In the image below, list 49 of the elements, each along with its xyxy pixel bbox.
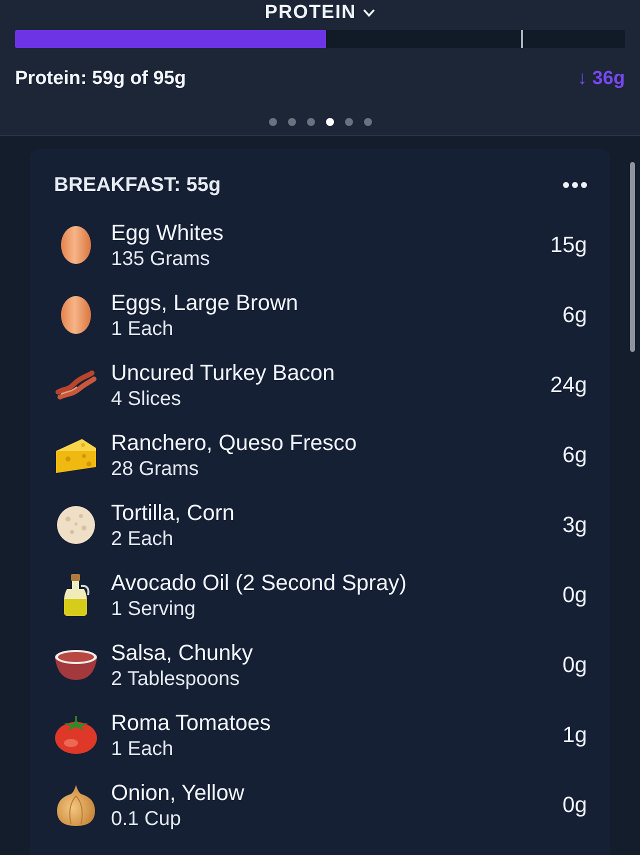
page-dot[interactable] (344, 118, 352, 126)
more-icon (563, 182, 587, 188)
onion-icon (57, 784, 95, 826)
protein-amount: 24g (550, 372, 587, 398)
serving-size: 1 Each (111, 316, 174, 342)
chevron-down-icon (363, 9, 376, 17)
food-name[interactable]: Ranchero, Queso Fresco (111, 428, 357, 456)
protein-amount: 0g (562, 652, 587, 678)
food-name[interactable]: Uncured Turkey Bacon (111, 358, 335, 386)
egg-icon (61, 226, 91, 264)
tortilla-icon (57, 506, 95, 544)
meal-title: BREAKFAST: 55g (54, 174, 221, 196)
page-dot[interactable] (268, 118, 276, 126)
protein-remaining: ↓ 36g (577, 68, 625, 90)
serving-size: 135 Grams (111, 246, 210, 272)
food-name[interactable]: Eggs, Large Brown (111, 288, 298, 316)
protein-amount: 15g (550, 232, 587, 258)
food-name[interactable]: Salsa, Chunky (111, 638, 253, 666)
protein-summary: Protein: 59g of 95g (15, 68, 186, 90)
protein-amount: 3g (562, 512, 587, 538)
protein-amount: 6g (562, 442, 587, 468)
food-name[interactable]: Tortilla, Corn (111, 498, 234, 526)
food-name[interactable]: Onion, Yellow (111, 778, 244, 806)
page-dot[interactable] (364, 118, 372, 126)
protein-amount: 1g (562, 722, 587, 748)
more-button[interactable] (563, 182, 587, 188)
nutrient-dropdown[interactable]: PROTEIN (264, 2, 376, 24)
protein-amount: 6g (562, 302, 587, 328)
page-dot[interactable] (326, 118, 334, 126)
bacon-icon (55, 370, 97, 400)
food-name[interactable]: Egg Whites (111, 218, 224, 246)
page-dot[interactable] (288, 118, 296, 126)
bowl-icon (54, 649, 98, 681)
oil-bottle-icon (62, 574, 90, 616)
serving-size: 2 Each (111, 526, 174, 552)
serving-size: 0.1 Cup (111, 806, 182, 832)
serving-size: 1 Serving (111, 596, 196, 622)
serving-size: 2 Tablespoons (111, 666, 240, 692)
egg-icon (61, 296, 91, 334)
food-name[interactable]: Roma Tomatoes (111, 708, 271, 736)
serving-size: 4 Slices (111, 386, 182, 412)
serving-size: 28 Grams (111, 456, 199, 482)
cheese-icon (56, 437, 96, 473)
protein-amount: 0g (562, 792, 587, 818)
food-name[interactable]: Avocado Oil (2 Second Spray) (111, 568, 407, 596)
protein-amount: 0g (562, 582, 587, 608)
page-dot[interactable] (306, 118, 314, 126)
tomato-icon (55, 716, 97, 754)
serving-size: 1 Each (111, 736, 174, 762)
